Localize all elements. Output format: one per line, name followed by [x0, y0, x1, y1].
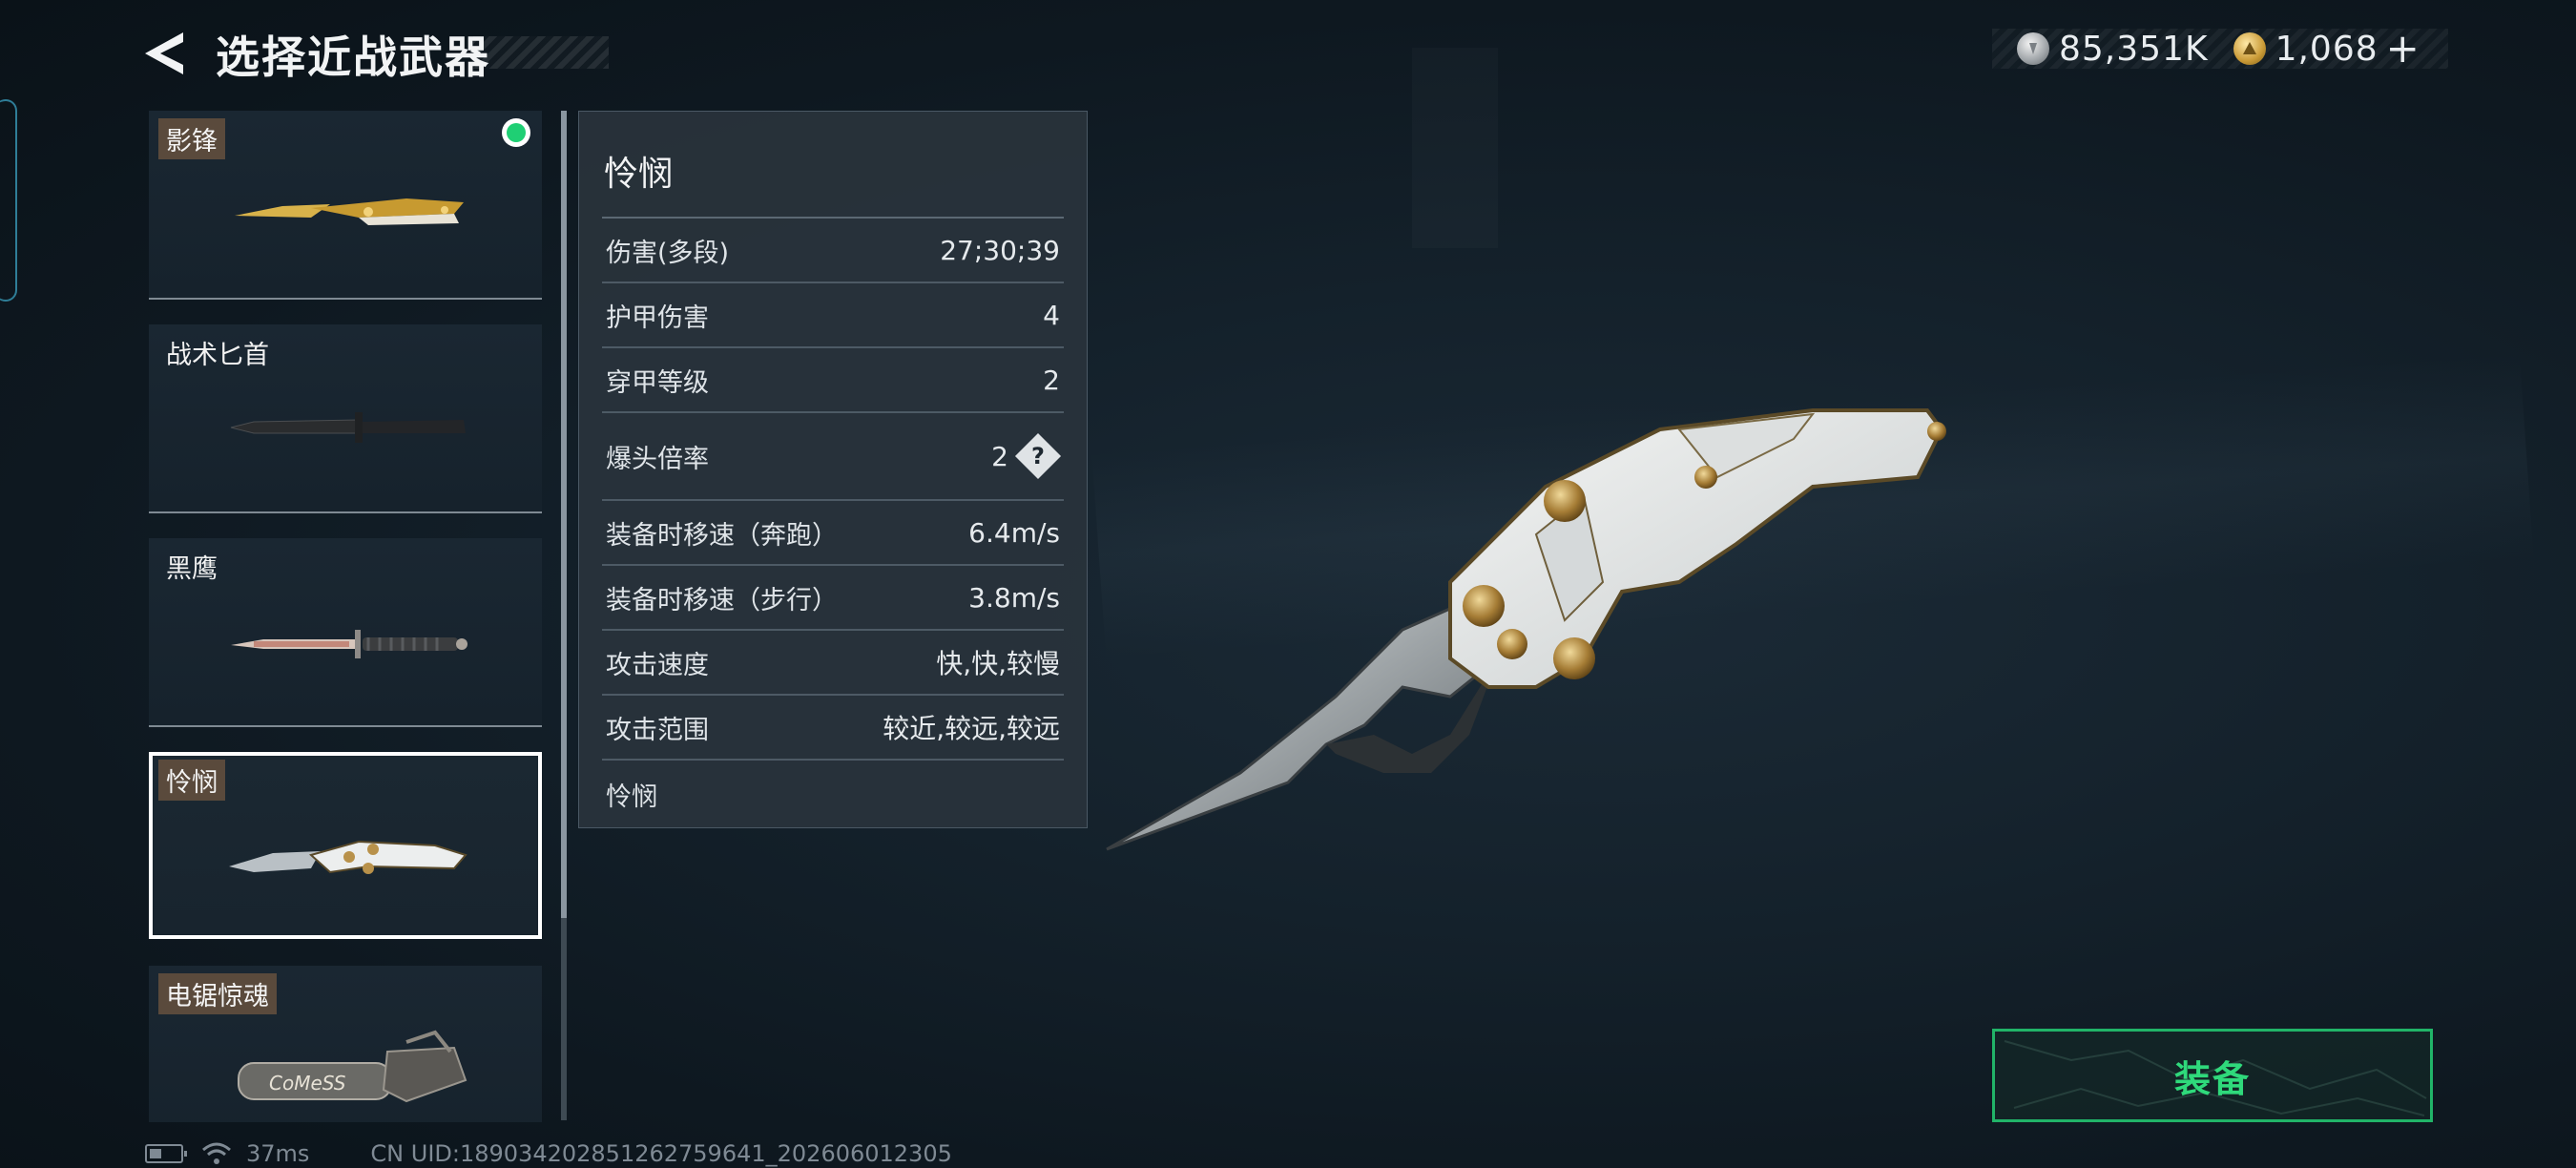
stat-label: 攻击速度 — [606, 650, 709, 680]
weapon-card-chainsaw[interactable]: 电锯惊魂 CoMeSS — [149, 966, 542, 1122]
stat-row-attack-speed: 攻击速度 快,快,较慢 — [602, 631, 1064, 696]
svg-text:CoMeSS: CoMeSS — [269, 1072, 346, 1095]
weapon-name: 黑鹰 — [166, 554, 218, 584]
add-currency-button[interactable]: + — [2386, 29, 2420, 69]
stat-value: 2 — [991, 440, 1008, 472]
equip-button[interactable]: 装备 — [1992, 1029, 2433, 1122]
silver-coin-icon — [2017, 32, 2049, 65]
gold-coin-icon — [2233, 32, 2266, 65]
weapon-card-heiying[interactable]: 黑鹰 — [149, 538, 542, 727]
mercy-knife-thumbnail — [229, 840, 467, 874]
stat-value: 较近,较远,较远 — [883, 713, 1060, 744]
back-button[interactable] — [141, 29, 187, 78]
weapon-card-tactical-dagger[interactable]: 战术匕首 — [149, 324, 542, 513]
weapon-stats-panel: 怜悯 伤害(多段) 27;30;39 护甲伤害 4 穿甲等级 2 爆头倍率 2 … — [578, 111, 1088, 828]
stat-label: 装备时移速（奔跑） — [606, 520, 838, 551]
weapon-list-scrollbar[interactable] — [561, 111, 567, 1120]
stats-footer: 怜悯 — [602, 761, 1064, 827]
weapon-name: 怜悯 — [158, 760, 225, 801]
stat-row-headshot: 爆头倍率 2 ? — [602, 413, 1064, 501]
weapon-description: 怜悯 — [606, 782, 657, 812]
stat-value: 4 — [1043, 299, 1060, 331]
stat-row-armor-damage: 护甲伤害 4 — [602, 283, 1064, 348]
page-title: 选择近战武器 — [216, 31, 490, 83]
currency-bar: 85,351K 1,068 + — [1992, 29, 2448, 69]
silver-amount: 85,351K — [2059, 29, 2209, 69]
weapon-card-lianmin[interactable]: 怜悯 — [149, 752, 542, 939]
tactical-dagger-thumbnail — [230, 412, 466, 443]
help-icon[interactable]: ? — [1014, 432, 1062, 480]
battery-icon — [145, 1144, 187, 1163]
stat-label: 攻击范围 — [606, 715, 709, 745]
stat-row-attack-range: 攻击范围 较近,较远,较远 — [602, 696, 1064, 761]
weapon-list: 影锋 战术匕首 黑鹰 怜悯 电锯惊魂 CoMeSS — [145, 111, 550, 1122]
stat-row-damage: 伤害(多段) 27;30;39 — [602, 219, 1064, 283]
stat-row-walk-speed: 装备时移速（步行） 3.8m/s — [602, 566, 1064, 631]
weapon-name: 战术匕首 — [166, 341, 269, 370]
stat-value: 3.8m/s — [968, 581, 1060, 614]
black-eagle-knife-thumbnail — [231, 630, 467, 658]
wifi-icon — [202, 1142, 231, 1164]
stat-label: 穿甲等级 — [606, 367, 709, 398]
stat-value: 快,快,较慢 — [936, 648, 1060, 679]
weapon-name: 影锋 — [158, 118, 225, 159]
stat-label: 伤害(多段) — [606, 238, 730, 268]
stat-value: 6.4m/s — [968, 516, 1060, 549]
weapon-card-yingfeng[interactable]: 影锋 — [149, 111, 542, 300]
stats-weapon-title: 怜悯 — [604, 155, 674, 194]
ping-value: 37ms — [246, 1140, 310, 1167]
stat-value: 2 — [1043, 364, 1060, 396]
stat-label: 护甲伤害 — [606, 302, 709, 333]
chainsaw-thumbnail: CoMeSS — [238, 1030, 467, 1103]
equip-button-label: 装备 — [2173, 1057, 2251, 1100]
stat-row-run-speed: 装备时移速（奔跑） 6.4m/s — [602, 501, 1064, 566]
weapon-name: 电锯惊魂 — [158, 973, 277, 1014]
butterfly-knife-thumbnail — [235, 198, 464, 225]
gold-amount: 1,068 — [2275, 29, 2379, 69]
stat-value-group: 2 ? — [991, 432, 1064, 480]
stat-label: 爆头倍率 — [606, 444, 709, 474]
equipped-indicator-icon — [502, 118, 530, 147]
back-arrow-icon — [145, 32, 183, 74]
title-decoration — [473, 36, 609, 69]
stat-label: 装备时移速（步行） — [606, 585, 838, 615]
stat-value: 27;30;39 — [940, 234, 1060, 266]
weapon-3d-preview[interactable] — [1088, 372, 1984, 868]
background-panel — [1412, 48, 1498, 248]
scrollbar-thumb[interactable] — [561, 111, 567, 918]
user-uid: CN UID:18903420285126275​9641_2026060123… — [370, 1140, 952, 1167]
status-bar: 37ms CN UID:18903420285126275​9641_20260… — [145, 1139, 952, 1168]
stat-row-penetration: 穿甲等级 2 — [602, 348, 1064, 413]
side-drawer-handle[interactable] — [0, 99, 17, 302]
